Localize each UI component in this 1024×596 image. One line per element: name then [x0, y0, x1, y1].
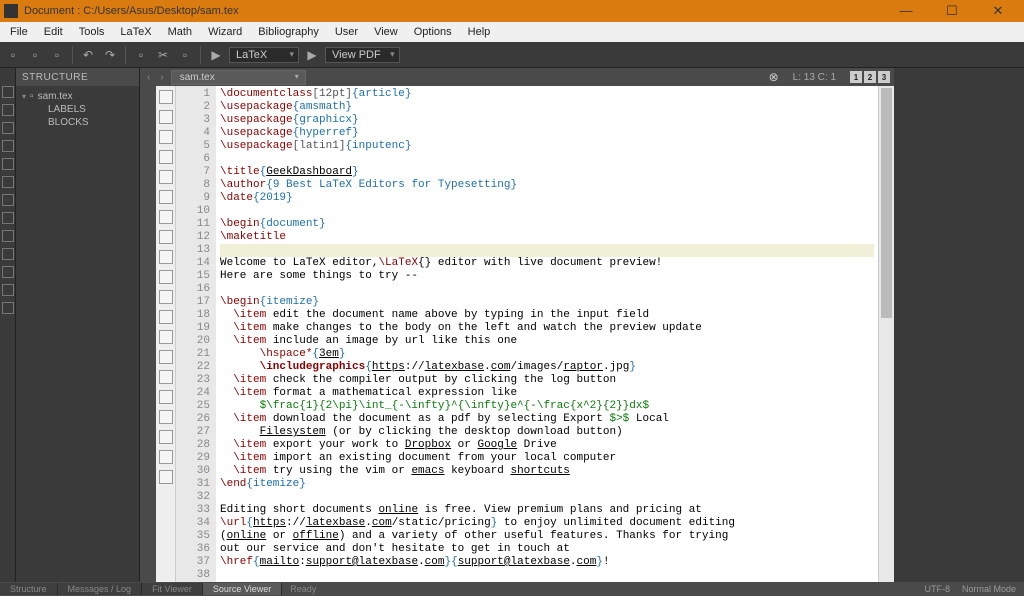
- toolbar: ▫ ▫ ▫ ↶ ↷ ▫ ✂ ▫ ▶ LaTeX ▶ View PDF: [0, 42, 1024, 68]
- bottom-tab-messages[interactable]: Messages / Log: [58, 583, 143, 595]
- gutter-btn[interactable]: [2, 266, 14, 278]
- view-run-icon[interactable]: ▶: [303, 46, 321, 64]
- save-icon[interactable]: ▫: [48, 46, 66, 64]
- menu-bibliography[interactable]: Bibliography: [252, 24, 325, 40]
- status-ready: Ready: [282, 584, 324, 594]
- page-icon[interactable]: 2: [864, 71, 876, 83]
- strip-btn[interactable]: [159, 450, 173, 464]
- bottom-tab-fitviewer[interactable]: Fit Viewer: [142, 583, 203, 595]
- strip-btn[interactable]: [159, 210, 173, 224]
- compiler-combo[interactable]: LaTeX: [229, 47, 299, 63]
- strip-btn[interactable]: [159, 470, 173, 484]
- strip-btn[interactable]: [159, 270, 173, 284]
- gutter-btn[interactable]: [2, 122, 14, 134]
- bookmark-gutter: [140, 86, 156, 582]
- new-doc-icon[interactable]: ▫: [4, 46, 22, 64]
- tree-root[interactable]: ▾▫sam.tex: [22, 90, 133, 103]
- run-icon[interactable]: ▶: [207, 46, 225, 64]
- strip-btn[interactable]: [159, 310, 173, 324]
- viewpdf-combo[interactable]: View PDF: [325, 47, 400, 63]
- menu-edit[interactable]: Edit: [38, 24, 69, 40]
- page-indicators: 1 2 3: [850, 71, 890, 83]
- strip-btn[interactable]: [159, 230, 173, 244]
- editor-tab[interactable]: sam.tex: [171, 70, 306, 85]
- title-bar: Document : C:/Users/Asus/Desktop/sam.tex…: [0, 0, 1024, 22]
- preview-panel: [894, 68, 1024, 582]
- menu-help[interactable]: Help: [462, 24, 497, 40]
- strip-btn[interactable]: [159, 410, 173, 424]
- copy-icon[interactable]: ▫: [132, 46, 150, 64]
- status-encoding: UTF-8: [924, 584, 950, 594]
- code-editor[interactable]: \documentclass[12pt]{article} \usepackag…: [216, 86, 878, 582]
- gutter-btn[interactable]: [2, 140, 14, 152]
- tree-labels[interactable]: LABELS: [22, 103, 133, 116]
- line-numbers: 1234567891011121314151617181920212223242…: [176, 86, 216, 582]
- menu-user[interactable]: User: [329, 24, 364, 40]
- menu-math[interactable]: Math: [162, 24, 198, 40]
- strip-btn[interactable]: [159, 110, 173, 124]
- bottom-tab-structure[interactable]: Structure: [0, 583, 58, 595]
- gutter-btn[interactable]: [2, 302, 14, 314]
- strip-btn[interactable]: [159, 130, 173, 144]
- gutter-btn[interactable]: [2, 284, 14, 296]
- editor-tab-row: ‹ › sam.tex ⊗ L: 13 C: 1 1 2 3: [140, 68, 894, 86]
- app-icon: [4, 4, 18, 18]
- cut-icon[interactable]: ✂: [154, 46, 172, 64]
- menu-latex[interactable]: LaTeX: [114, 24, 157, 40]
- maximize-button[interactable]: ☐: [938, 3, 966, 19]
- redo-icon[interactable]: ↷: [101, 46, 119, 64]
- page-icon[interactable]: 1: [850, 71, 862, 83]
- menu-file[interactable]: File: [4, 24, 34, 40]
- status-mode: Normal Mode: [962, 584, 1016, 594]
- tab-next-icon[interactable]: ›: [157, 72, 166, 83]
- strip-btn[interactable]: [159, 390, 173, 404]
- menu-wizard[interactable]: Wizard: [202, 24, 248, 40]
- strip-btn[interactable]: [159, 350, 173, 364]
- gutter-btn[interactable]: [2, 158, 14, 170]
- strip-btn[interactable]: [159, 150, 173, 164]
- menu-options[interactable]: Options: [408, 24, 458, 40]
- strip-btn[interactable]: [159, 170, 173, 184]
- editor-icon-strip: [156, 86, 176, 582]
- tab-close-icon[interactable]: ⊗: [769, 70, 779, 84]
- structure-header: STRUCTURE: [16, 68, 139, 86]
- menu-tools[interactable]: Tools: [73, 24, 111, 40]
- strip-btn[interactable]: [159, 370, 173, 384]
- strip-btn[interactable]: [159, 430, 173, 444]
- tab-prev-icon[interactable]: ‹: [144, 72, 153, 83]
- vertical-scrollbar[interactable]: [878, 86, 894, 582]
- menu-bar: File Edit Tools LaTeX Math Wizard Biblio…: [0, 22, 1024, 42]
- gutter-btn[interactable]: [2, 230, 14, 242]
- strip-btn[interactable]: [159, 90, 173, 104]
- strip-btn[interactable]: [159, 190, 173, 204]
- window-title: Document : C:/Users/Asus/Desktop/sam.tex: [24, 5, 892, 17]
- page-icon[interactable]: 3: [878, 71, 890, 83]
- gutter-btn[interactable]: [2, 212, 14, 224]
- gutter-btn[interactable]: [2, 86, 14, 98]
- minimize-button[interactable]: —: [892, 3, 920, 19]
- paste-icon[interactable]: ▫: [176, 46, 194, 64]
- open-icon[interactable]: ▫: [26, 46, 44, 64]
- gutter-btn[interactable]: [2, 104, 14, 116]
- bottom-tab-source[interactable]: Source Viewer: [203, 583, 282, 595]
- gutter-btn[interactable]: [2, 248, 14, 260]
- undo-icon[interactable]: ↶: [79, 46, 97, 64]
- strip-btn[interactable]: [159, 330, 173, 344]
- gutter-btn[interactable]: [2, 194, 14, 206]
- structure-panel: STRUCTURE ▾▫sam.tex LABELS BLOCKS: [16, 68, 140, 582]
- menu-view[interactable]: View: [368, 24, 404, 40]
- close-button[interactable]: ✕: [984, 3, 1012, 19]
- status-bar: Structure Messages / Log Fit Viewer Sour…: [0, 582, 1024, 596]
- tree-blocks[interactable]: BLOCKS: [22, 116, 133, 129]
- strip-btn[interactable]: [159, 250, 173, 264]
- strip-btn[interactable]: [159, 290, 173, 304]
- left-tool-gutter: [0, 68, 16, 582]
- gutter-btn[interactable]: [2, 176, 14, 188]
- cursor-position: L: 13 C: 1: [793, 72, 836, 83]
